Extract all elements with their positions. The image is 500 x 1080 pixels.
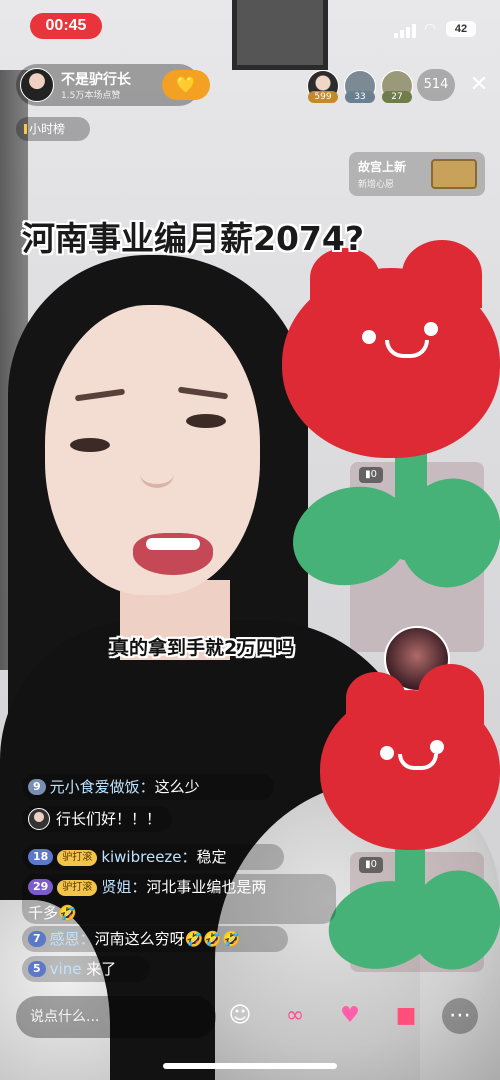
promo-card[interactable]: 故宫上新 新增心愿 bbox=[349, 152, 485, 196]
rank-bars-icon bbox=[24, 124, 27, 134]
cellular-signal-icon bbox=[394, 24, 416, 38]
user-level-badge: 9 bbox=[28, 779, 46, 795]
palace-gift-icon bbox=[431, 159, 477, 189]
more-icon[interactable]: ⋯ bbox=[442, 998, 478, 1034]
status-time: 00:45 bbox=[30, 13, 102, 39]
side-panel-tag: ▮0 bbox=[359, 467, 383, 483]
chat-message[interactable]: 7 感恩：河南这么穷呀🤣🤣🤣 bbox=[22, 926, 288, 952]
fan-club-badge: 驴打滚 bbox=[57, 850, 98, 866]
promo-title: 故宫上新 bbox=[358, 160, 407, 174]
link-icon[interactable]: ∞ bbox=[277, 998, 313, 1034]
tulip-petal-tip bbox=[418, 664, 484, 724]
video-subtitle: 真的拿到手就2万四吗 bbox=[110, 637, 295, 659]
wifi-icon: ◠ bbox=[424, 21, 437, 37]
chat-message[interactable]: 18 驴打滚 kiwibreeze：稳定 bbox=[22, 844, 284, 870]
side-panel-tag: ▮0 bbox=[359, 857, 383, 873]
user-level-badge: 29 bbox=[28, 879, 54, 895]
user-level-badge: 5 bbox=[28, 961, 46, 977]
chat-text: 河南这么穷呀🤣🤣🤣 bbox=[94, 930, 241, 948]
heart-icon: 💛 bbox=[176, 75, 196, 94]
chat-message[interactable]: 行长们好！！！ bbox=[22, 806, 172, 832]
viewer-badge: 27 bbox=[382, 91, 412, 103]
chat-username: vine bbox=[49, 960, 82, 978]
comment-input[interactable]: 说点什么... bbox=[16, 996, 216, 1038]
tulip-eye bbox=[362, 330, 376, 344]
chat-message[interactable]: 5 vine 来了 bbox=[22, 956, 150, 982]
hourly-rank-chip[interactable]: 小时榜 bbox=[16, 117, 90, 141]
video-headline: 河南事业编月薪2074? bbox=[22, 219, 364, 258]
fan-club-badge: 驴打滚 bbox=[57, 880, 98, 896]
follow-button[interactable]: 💛 bbox=[162, 70, 210, 100]
chat-username: kiwibreeze： bbox=[101, 848, 197, 866]
tulip-petal-tip bbox=[346, 672, 406, 724]
chat-message[interactable]: 29 驴打滚 贤姐：河北事业编也是两千多🤣 bbox=[22, 874, 336, 924]
streamer-avatar[interactable] bbox=[20, 68, 54, 102]
chat-username: 贤姐： bbox=[101, 878, 147, 896]
gift-heart-icon[interactable]: ♥ bbox=[332, 998, 368, 1034]
chat-text: 稳定 bbox=[196, 848, 227, 866]
chat-message[interactable]: 9 元小食爱做饭：这么少 bbox=[22, 774, 274, 800]
promo-subtitle: 新增心愿 bbox=[358, 180, 395, 190]
streamer-info[interactable]: 不是驴行长 1.5万本场点赞 💛 bbox=[16, 64, 210, 106]
chat-text: 河北事业编也是两 bbox=[146, 878, 267, 896]
gift-box-icon[interactable]: ■ bbox=[388, 998, 424, 1034]
user-level-badge: 7 bbox=[28, 931, 46, 947]
nose bbox=[140, 460, 174, 488]
viewer-avatar[interactable]: 599 bbox=[307, 70, 339, 103]
chat-username: 元小食爱做饭： bbox=[49, 778, 155, 796]
viewer-avatar[interactable]: 33 bbox=[344, 70, 376, 103]
chat-avatar bbox=[28, 808, 50, 830]
tulip-eye bbox=[380, 746, 394, 760]
left-eye bbox=[70, 438, 110, 452]
live-stream-screen: 00:45 ◠ 42 不是驴行长 1.5万本场点赞 💛 小时榜 599 33 2… bbox=[0, 0, 500, 1080]
streamer-name: 不是驴行长 bbox=[61, 72, 131, 88]
viewer-count[interactable]: 514 bbox=[417, 69, 455, 101]
viewer-badge: 599 bbox=[308, 91, 338, 103]
tulip-eye bbox=[424, 322, 438, 336]
chat-text: 来了 bbox=[81, 960, 117, 978]
chat-text: 行长们好！！！ bbox=[56, 810, 162, 828]
wall-picture-frame bbox=[232, 0, 328, 70]
viewer-avatar[interactable]: 27 bbox=[381, 70, 413, 103]
right-eye bbox=[186, 414, 226, 428]
home-indicator[interactable] bbox=[163, 1063, 337, 1069]
chat-text-continued: 千多🤣 bbox=[28, 904, 77, 922]
battery-indicator: 42 bbox=[446, 21, 476, 37]
chat-username: 感恩： bbox=[49, 930, 95, 948]
emoji-icon[interactable]: ☺ bbox=[222, 998, 258, 1034]
close-icon[interactable]: ✕ bbox=[466, 72, 492, 98]
user-level-badge: 18 bbox=[28, 849, 54, 865]
teeth bbox=[146, 538, 200, 550]
viewer-badge: 33 bbox=[345, 91, 375, 103]
chat-text: 这么少 bbox=[154, 778, 200, 796]
tulip-petal-tip bbox=[402, 240, 482, 308]
streamer-likes: 1.5万本场点赞 bbox=[61, 91, 121, 101]
tulip-eye bbox=[430, 740, 444, 754]
